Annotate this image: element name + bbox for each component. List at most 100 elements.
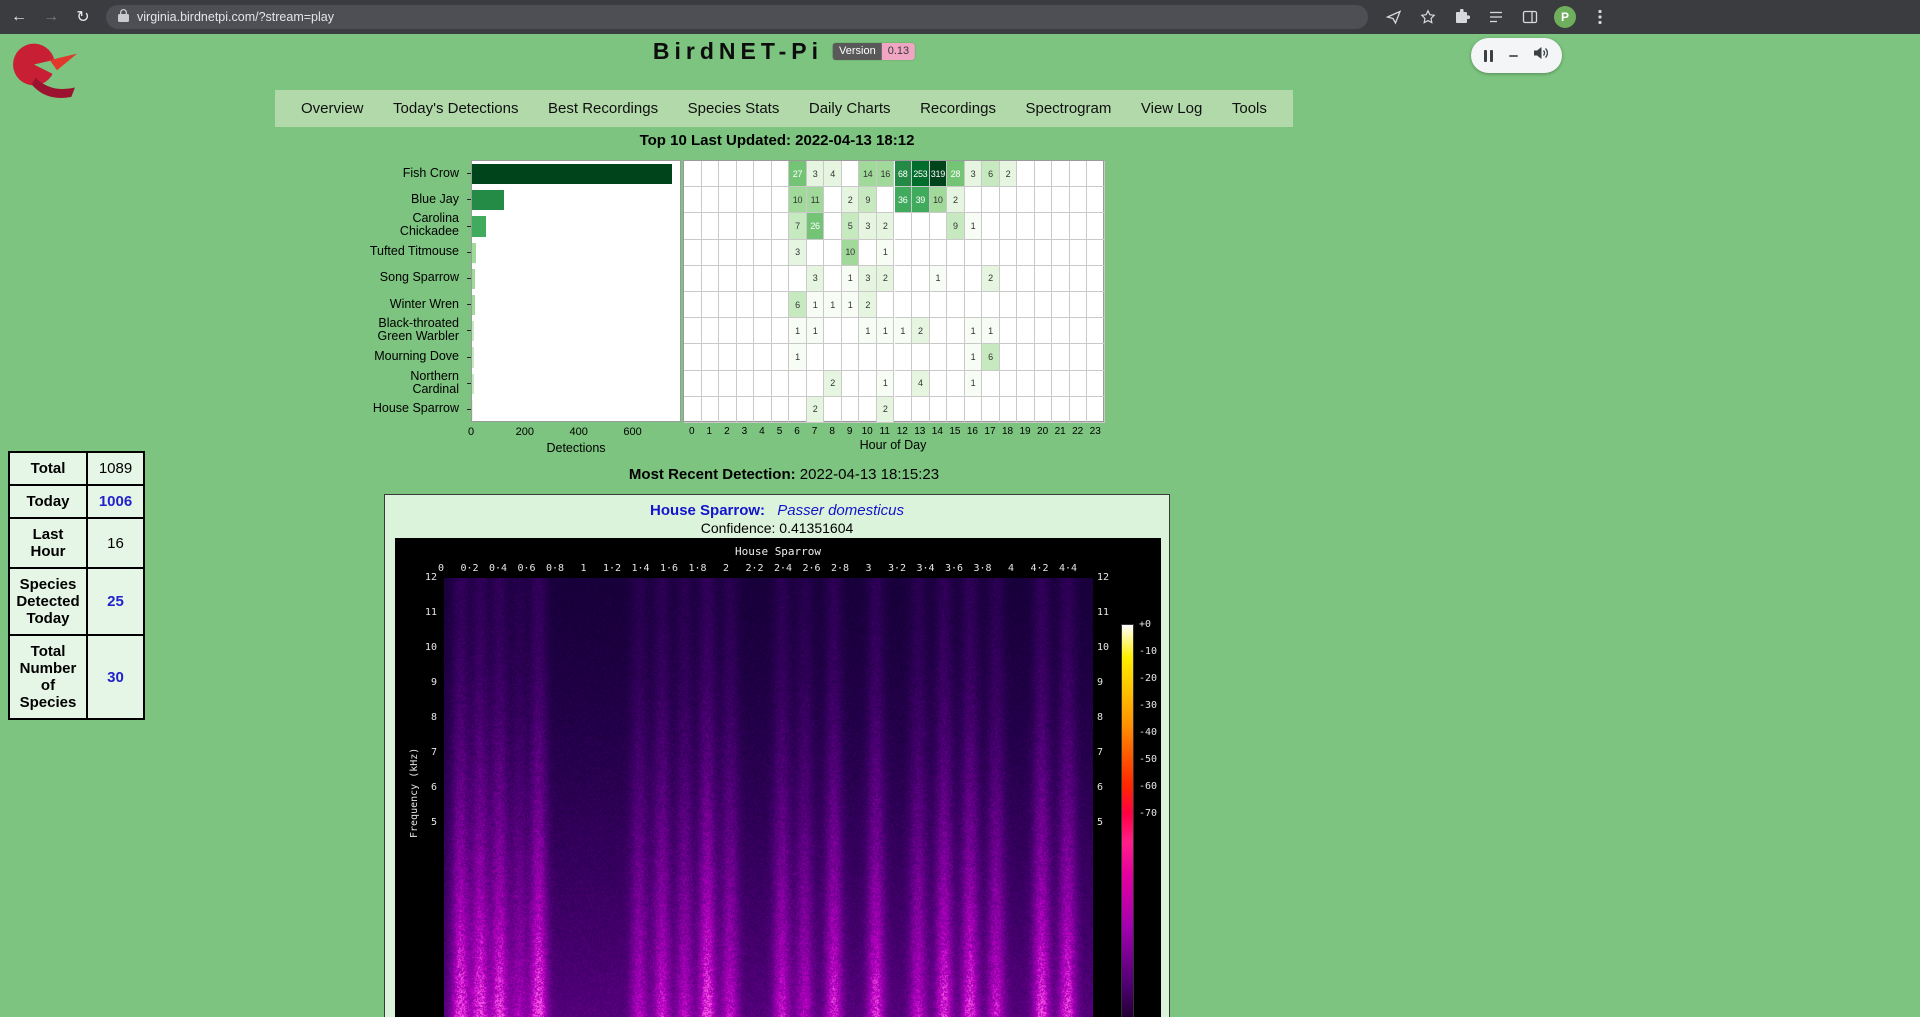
- extensions-icon[interactable]: [1452, 7, 1472, 27]
- heatmap-cell: [930, 344, 948, 370]
- heatmap-cell: [1017, 344, 1035, 370]
- heatmap-cell: [702, 371, 720, 397]
- detection-species[interactable]: House Sparrow:: [650, 502, 765, 519]
- heatmap-cell: [912, 292, 930, 318]
- heatmap-cell: [1000, 187, 1018, 213]
- heatmap-cell: [1000, 292, 1018, 318]
- stat-value[interactable]: 25: [87, 568, 144, 635]
- stat-value: 16: [87, 518, 144, 568]
- heatmap-cell: 28: [947, 161, 965, 187]
- stat-value[interactable]: 30: [87, 635, 144, 719]
- heatmap-cell: [702, 344, 720, 370]
- colorbar-tick: -70: [1139, 808, 1157, 819]
- heatmap-cell: [965, 397, 983, 423]
- heatmap-cell: 16: [877, 161, 895, 187]
- heatmap-cell: [1087, 213, 1105, 239]
- stat-value[interactable]: 1006: [87, 485, 144, 518]
- audio-player[interactable]: [1471, 38, 1562, 73]
- detections-bar: [472, 190, 504, 210]
- heatmap-cell: [965, 266, 983, 292]
- heatmap-cell: [947, 240, 965, 266]
- heatmap-cell: 3: [807, 161, 825, 187]
- spectrogram-x-tick: 2: [723, 563, 729, 574]
- detections-bar: [472, 295, 475, 315]
- side-panel-icon[interactable]: [1520, 7, 1540, 27]
- spectrogram-y-tick-right: 12: [1097, 572, 1109, 584]
- menu-icon[interactable]: [1590, 7, 1610, 27]
- heatmap-cell: [842, 344, 860, 370]
- heatmap-cell: [947, 371, 965, 397]
- spectrogram-x-tick: 2·2: [745, 563, 763, 574]
- heatmap-cell: [754, 240, 772, 266]
- heatmap-cell: [877, 187, 895, 213]
- hour-tick-label: 20: [1037, 426, 1048, 437]
- heatmap-cell: [719, 371, 737, 397]
- heatmap-cell: [754, 371, 772, 397]
- profile-avatar[interactable]: P: [1554, 6, 1576, 28]
- colorbar-tick: +0: [1139, 619, 1151, 630]
- heatmap-cell: [859, 371, 877, 397]
- send-icon[interactable]: [1384, 7, 1404, 27]
- spectrogram-x-tick: 3·8: [973, 563, 991, 574]
- stats-row: Species Detected Today25: [9, 568, 144, 635]
- seek-dash[interactable]: [1509, 55, 1518, 57]
- heatmap-cell: [807, 240, 825, 266]
- heatmap-cell: [1087, 161, 1105, 187]
- back-button[interactable]: ←: [6, 4, 32, 30]
- spectrogram-y-tick-right: 9: [1097, 677, 1103, 689]
- heatmap-cell: [895, 292, 913, 318]
- bookmark-star-icon[interactable]: [1418, 7, 1438, 27]
- forward-button[interactable]: →: [38, 4, 64, 30]
- address-bar[interactable]: virginia.birdnetpi.com/?stream=play: [106, 5, 1368, 29]
- heatmap-cell: 3: [807, 266, 825, 292]
- colorbar-tick: -30: [1139, 700, 1157, 711]
- heatmap-cell: [1052, 371, 1070, 397]
- heatmap-cell: [737, 292, 755, 318]
- nav-item-tools[interactable]: Tools: [1224, 100, 1275, 117]
- nav-item-today-s-detections[interactable]: Today's Detections: [385, 100, 526, 117]
- stats-row: Last Hour16: [9, 518, 144, 568]
- nav-item-spectrogram[interactable]: Spectrogram: [1017, 100, 1119, 117]
- hour-tick-label: 19: [1020, 426, 1031, 437]
- heatmap-cell: 1: [789, 344, 807, 370]
- detections-bar: [472, 321, 474, 341]
- pause-button[interactable]: [1484, 50, 1493, 62]
- heatmap-cell: [1017, 187, 1035, 213]
- y-tick-mark: [467, 199, 471, 200]
- heatmap-cell: [702, 161, 720, 187]
- heatmap-cell: [1087, 187, 1105, 213]
- reading-list-icon[interactable]: [1486, 7, 1506, 27]
- y-tick-mark: [467, 278, 471, 279]
- heatmap-cell: [824, 187, 842, 213]
- heatmap-cell: [947, 344, 965, 370]
- spectrogram-colorbar: [1121, 624, 1134, 1017]
- heatmap-cell: [684, 318, 702, 344]
- spectrogram-y-tick: 9: [407, 677, 437, 689]
- heatmap-cell: [1052, 240, 1070, 266]
- reload-button[interactable]: ↻: [70, 4, 96, 30]
- colorbar-tick: -40: [1139, 727, 1157, 738]
- heatmap-cell: 68: [895, 161, 913, 187]
- heatmap-cell: [895, 344, 913, 370]
- volume-icon[interactable]: [1534, 46, 1549, 65]
- nav-item-view-log[interactable]: View Log: [1133, 100, 1210, 117]
- nav-item-overview[interactable]: Overview: [293, 100, 372, 117]
- heatmap-cell: [754, 161, 772, 187]
- nav-item-best-recordings[interactable]: Best Recordings: [540, 100, 666, 117]
- spectrogram-x-tick: 1·2: [603, 563, 621, 574]
- heatmap-cell: 1: [807, 318, 825, 344]
- nav-item-recordings[interactable]: Recordings: [912, 100, 1004, 117]
- heatmap-cell: [719, 187, 737, 213]
- page-header: BirdNET-Pi Version 0.13: [653, 38, 915, 65]
- detections-bar: [472, 243, 476, 263]
- heatmap-cell: [1017, 371, 1035, 397]
- heatmap-cell: [930, 292, 948, 318]
- nav-item-species-stats[interactable]: Species Stats: [680, 100, 788, 117]
- browser-toolbar: ← → ↻ virginia.birdnetpi.com/?stream=pla…: [0, 0, 1920, 34]
- nav-item-daily-charts[interactable]: Daily Charts: [801, 100, 899, 117]
- spectrogram-x-tick: 0·2: [460, 563, 478, 574]
- heatmap-cell: [1017, 318, 1035, 344]
- hour-tick-label: 7: [812, 426, 818, 437]
- heatmap-cell: [824, 213, 842, 239]
- heatmap-cell: [912, 344, 930, 370]
